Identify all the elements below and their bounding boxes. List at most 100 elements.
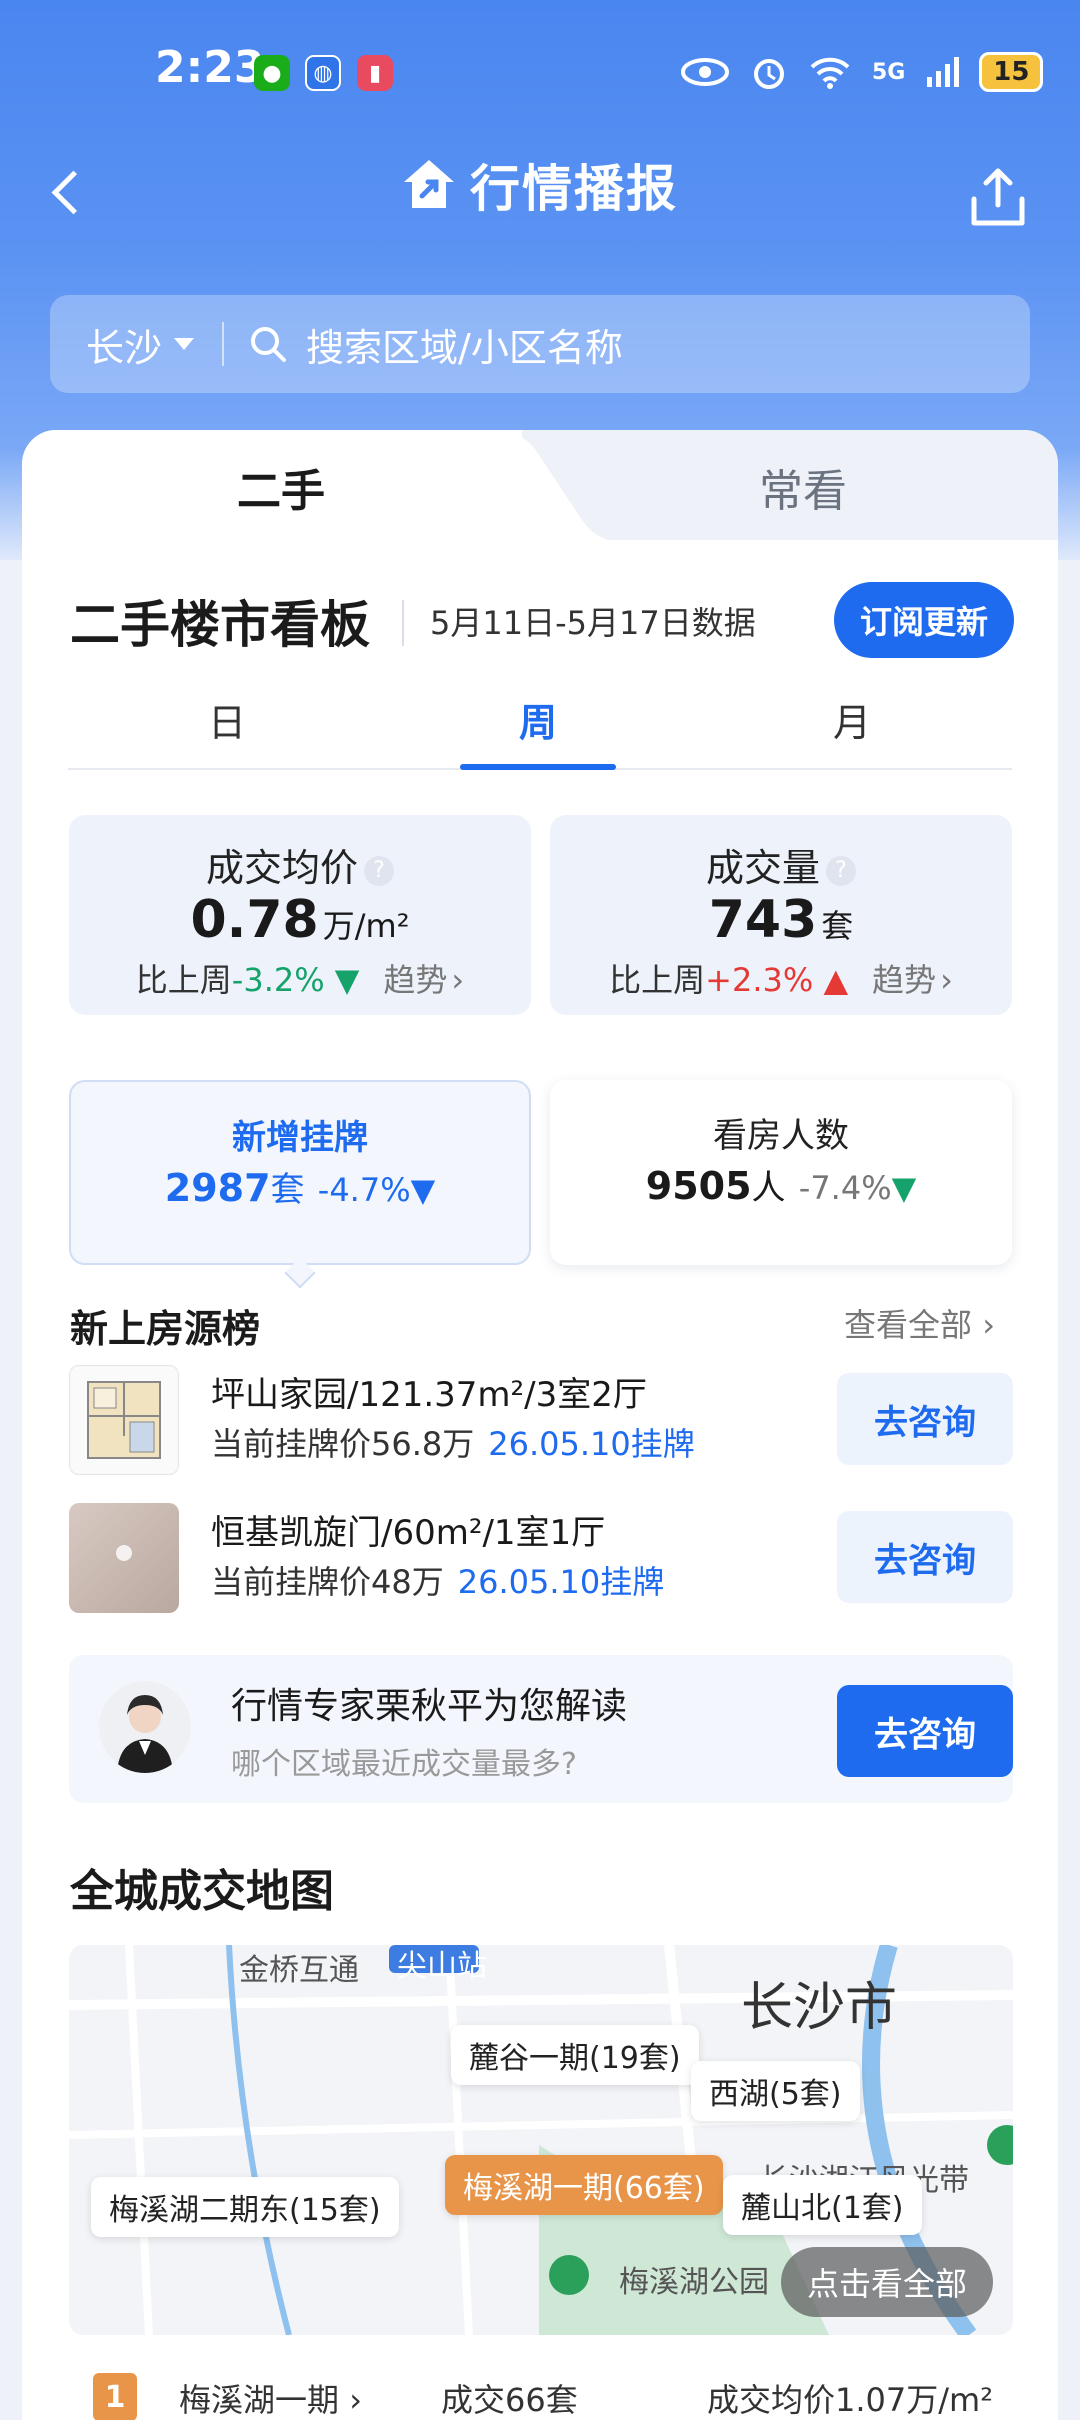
floorplan-icon	[87, 1381, 161, 1459]
chevron-right-icon: ›	[451, 961, 465, 999]
map-city-label: 长沙市	[741, 1978, 898, 2038]
listing-name: 恒基凯旋门/60m²/1室1厅	[211, 1513, 606, 1553]
new-listings-value: 2987	[164, 1166, 271, 1210]
new-listings-unit: 套	[270, 1170, 305, 1210]
map-marker-hot[interactable]: 梅溪湖一期(66套)	[445, 2155, 723, 2215]
book-notification-icon: ▮	[357, 55, 393, 91]
map-place-label: 梅溪湖公园	[619, 2265, 769, 2300]
period-tab-week[interactable]: 周	[468, 692, 608, 747]
search-input[interactable]: 搜索区域/小区名称	[248, 317, 623, 372]
help-icon[interactable]: ?	[364, 855, 394, 886]
volume-compare-row: 比上周+2.3% ▲ 趋势 ›	[550, 955, 1012, 1001]
map-marker[interactable]: 梅溪湖二期东(15套)	[91, 2177, 399, 2237]
floorplan-thumbnail	[69, 1365, 179, 1475]
browser-notification-icon: ◍	[305, 55, 341, 91]
battery-icon: 15	[979, 52, 1044, 92]
volume-label-row: 成交量?	[550, 837, 1012, 892]
wechat-notification-icon: ●	[254, 55, 290, 91]
help-icon[interactable]: ?	[826, 855, 856, 886]
consult-button[interactable]: 去咨询	[837, 1511, 1013, 1603]
tab-ershou[interactable]: 二手	[237, 455, 325, 519]
volume-change: +2.3%	[705, 961, 814, 999]
avg-price-change: -3.2%	[231, 961, 325, 999]
map-place-label: 尖山站	[397, 1949, 487, 1984]
battery-level: 15	[993, 57, 1030, 87]
new-listings-label: 新增挂牌	[232, 1118, 368, 1158]
visitors-card[interactable]: 看房人数 9505人 -7.4%▼	[550, 1080, 1012, 1265]
ranking-volume: 成交66套	[441, 2381, 578, 2419]
rank-badge: 1	[93, 2373, 137, 2420]
map-marker[interactable]: 麓山北(1套)	[723, 2175, 922, 2235]
new-listings-card[interactable]: 新增挂牌 2987套 -4.7%▼	[69, 1080, 531, 1265]
tab-bar: 二手 常看	[22, 430, 1058, 542]
map-section-title: 全城成交地图	[70, 1866, 334, 1917]
board-date-range: 5月11日-5月17日数据	[430, 604, 756, 642]
listing-date: 26.05.10挂牌	[488, 1425, 695, 1463]
period-tab-indicator	[460, 764, 616, 770]
camera-icon	[116, 1545, 132, 1561]
new-listings-change: -4.7%	[317, 1171, 411, 1209]
expert-card[interactable]: 行情专家栗秋平为您解读 哪个区域最近成交量最多? 去咨询	[69, 1655, 1013, 1803]
map-marker[interactable]: 麓谷一期(19套)	[451, 2025, 699, 2085]
visitors-value: 9505	[645, 1164, 752, 1208]
listing-date: 26.05.10挂牌	[457, 1563, 665, 1601]
share-icon	[971, 168, 1025, 226]
map-marker[interactable]: 西湖(5套)	[691, 2061, 860, 2121]
ranking-row[interactable]: 1 梅溪湖一期 › 成交66套 成交均价1.07万/m²	[69, 2365, 1013, 2420]
consult-button[interactable]: 去咨询	[837, 1373, 1013, 1465]
eye-icon	[681, 58, 729, 86]
subscribe-button[interactable]: 订阅更新	[834, 582, 1014, 658]
expert-subtitle: 哪个区域最近成交量最多?	[231, 1747, 577, 1782]
status-bar: 2:23 ● ◍ ▮ 5G 15	[0, 0, 1080, 145]
header-title: 行情播报	[400, 150, 678, 220]
volume-card[interactable]: 成交量? 743 套 比上周+2.3% ▲ 趋势 ›	[550, 815, 1012, 1015]
map-view-all-button[interactable]: 点击看全部	[781, 2247, 993, 2317]
status-icons: 5G 15	[680, 48, 1044, 96]
expert-avatar	[99, 1681, 191, 1773]
listing-photo-thumbnail	[69, 1503, 179, 1613]
chevron-right-icon: ›	[972, 1306, 995, 1344]
visitors-unit: 人	[751, 1168, 786, 1208]
ranking-avg-price: 成交均价1.07万/m²	[707, 2381, 994, 2419]
avg-price-label-row: 成交均价?	[69, 837, 531, 892]
triangle-down-icon: ▼	[410, 1171, 436, 1209]
caret-down-icon	[174, 338, 195, 350]
listing-price: 当前挂牌价48万	[211, 1563, 444, 1601]
back-button[interactable]	[44, 165, 88, 225]
period-tab-day[interactable]: 日	[157, 692, 297, 747]
new-listings-value-row: 2987套 -4.7%▼	[71, 1162, 529, 1211]
avg-price-value-row: 0.78 万/m²	[69, 890, 531, 950]
share-button[interactable]	[968, 165, 1028, 231]
visitors-label: 看房人数	[713, 1116, 849, 1156]
compare-label: 比上周	[609, 961, 706, 999]
listing-item[interactable]: 坪山家园/121.37m²/3室2厅 当前挂牌价56.8万 26.05.10挂牌 …	[69, 1365, 1013, 1475]
city-label: 长沙	[86, 325, 163, 370]
avg-price-label: 成交均价	[205, 846, 358, 890]
avg-price-value: 0.78	[190, 890, 319, 950]
transaction-map[interactable]: 金桥互通 尖山站 长沙市 长沙湘江风光带 梅溪湖公园 麓谷一期(19套) 西湖(…	[69, 1945, 1013, 2335]
search-icon	[251, 327, 287, 362]
map-place-label: 金桥互通	[239, 1953, 359, 1988]
main-card: 二手 常看 二手楼市看板 5月11日-5月17日数据 订阅更新 日 周 月 成交…	[22, 430, 1058, 2420]
listing-name: 坪山家园/121.37m²/3室2厅	[211, 1375, 647, 1415]
ranking-name-row: 梅溪湖一期 ›	[179, 2375, 362, 2420]
avg-price-card[interactable]: 成交均价? 0.78 万/m² 比上周-3.2% ▼ 趋势 ›	[69, 815, 531, 1015]
tab-changkan[interactable]: 常看	[759, 455, 847, 519]
listing-price: 当前挂牌价56.8万	[211, 1425, 475, 1463]
chevron-right-icon: ›	[339, 2381, 362, 2419]
expert-consult-button[interactable]: 去咨询	[837, 1685, 1013, 1777]
ranking-name: 梅溪湖一期	[179, 2381, 340, 2419]
volume-trend-link[interactable]: 趋势	[872, 961, 936, 999]
listings-view-all-link[interactable]: 查看全部 ›	[844, 1300, 995, 1346]
city-selector[interactable]: 长沙	[86, 317, 195, 372]
search-placeholder: 搜索区域/小区名称	[306, 325, 623, 370]
triangle-up-icon: ▲	[813, 961, 849, 999]
avg-price-trend-link[interactable]: 趋势	[383, 961, 447, 999]
listing-item[interactable]: 恒基凯旋门/60m²/1室1厅 当前挂牌价48万 26.05.10挂牌 去咨询	[69, 1503, 1013, 1613]
status-time: 2:23	[155, 42, 265, 93]
period-tab-month[interactable]: 月	[782, 692, 922, 747]
wifi-icon	[810, 57, 850, 89]
listing-price-row: 当前挂牌价48万 26.05.10挂牌	[211, 1557, 664, 1603]
listing-price-row: 当前挂牌价56.8万 26.05.10挂牌	[211, 1419, 695, 1465]
listings-section-title: 新上房源榜	[70, 1307, 261, 1351]
